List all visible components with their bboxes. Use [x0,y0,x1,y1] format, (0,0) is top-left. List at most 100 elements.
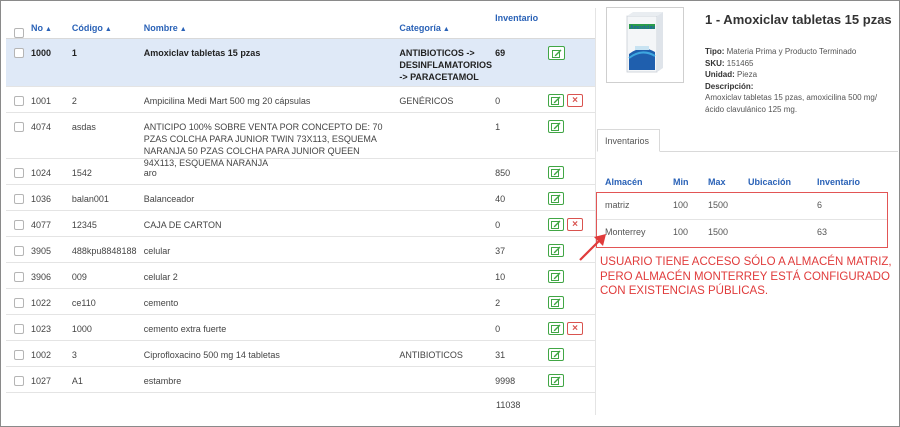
row-checkbox[interactable] [14,168,24,178]
cell-inventario: 9998 [495,376,516,386]
product-title: 1 - Amoxiclav tabletas 15 pzas [705,12,892,27]
edit-icon [551,122,561,131]
row-select-cell [6,315,31,334]
row-checkbox[interactable] [14,350,24,360]
edit-button[interactable] [548,348,565,361]
row-checkbox[interactable] [14,272,24,282]
cell-categoria [399,159,495,167]
sort-icon[interactable]: ▲︎ [180,26,187,33]
edit-button[interactable] [548,374,565,387]
edit-button[interactable] [548,218,565,231]
tab-inventarios[interactable]: Inventarios [597,129,660,152]
cell-inventario: 850 [495,168,511,178]
row-checkbox[interactable] [14,246,24,256]
cell-no: 4077 [30,220,51,230]
table-row[interactable]: 1027 A1 estambre 9998 [6,367,595,393]
row-actions [548,185,595,205]
table-row[interactable]: 1024 1542 aro 850 [6,159,595,185]
table-row[interactable]: 3906 009 celular 2 10 [6,263,595,289]
sort-icon[interactable]: ▲︎ [45,26,52,33]
cell-no: 3906 [30,272,51,282]
edit-button[interactable] [548,46,566,60]
row-actions [548,289,595,309]
cell-nombre: Balanceador [143,194,195,204]
select-all-checkbox[interactable] [14,28,24,38]
header-codigo-label: Código [71,23,103,33]
cell-inventario: 37 [495,246,506,256]
row-select-cell [6,289,31,308]
close-icon: × [572,322,578,334]
table-row[interactable]: 1022 ce110 cemento 2 [6,289,595,315]
table-row[interactable]: 3905 488kpu8848188 celular 37 [6,237,595,263]
edit-button[interactable] [548,296,565,309]
edit-icon [551,324,561,333]
row-actions [548,263,595,283]
meta-descripcion: Amoxiclav tabletas 15 pzas, amoxicilina … [705,93,878,114]
table-row[interactable]: 1002 3 Ciprofloxacino 500 mg 14 tabletas AN… [6,341,595,367]
row-checkbox[interactable] [14,48,24,58]
cell-nombre: cemento extra fuerte [143,324,227,334]
sort-icon[interactable]: ▲︎ [443,26,450,33]
cell-nombre: Ciprofloxacino 500 mg 14 tabletas [143,350,280,360]
cell-inventario: 2 [495,298,501,308]
cell-categoria [399,367,495,375]
inv-header-ubicacion: Ubicación [748,177,792,187]
header-inventario-label: Inventario [495,13,539,23]
row-checkbox[interactable] [14,220,24,230]
table-row[interactable]: 1001 2 Ampicilina Medi Mart 500 mg 20 cáps… [6,87,595,113]
edit-icon [551,168,561,177]
medicine-box-icon [626,12,663,73]
cell-codigo: 488kpu8848188 [71,246,137,256]
header-categoria[interactable]: Categoría ▲︎ [399,8,495,36]
inv-header-almacen: Almacén [605,177,643,187]
cell-nombre: Amoxiclav tabletas 15 pzas [143,48,261,58]
header-no-label: No [30,23,43,33]
cell-codigo: 12345 [71,220,97,230]
row-select-cell [6,39,31,58]
header-nombre[interactable]: Nombre ▲︎ [144,8,400,36]
row-actions: × [548,315,595,335]
inv-header-min: Min [673,177,689,187]
table-total-row: 11038 [6,393,595,415]
cell-nombre: cemento [143,298,179,308]
meta-descripcion-label: Descripción: [705,81,754,91]
edit-button[interactable] [548,166,565,179]
cell-categoria [399,185,495,193]
table-row[interactable]: 1036 balan001 Balanceador 40 [6,185,595,211]
edit-icon [551,194,561,203]
delete-button[interactable]: × [567,322,584,335]
header-inventario[interactable]: Inventario [495,8,548,24]
cell-no: 1023 [30,324,51,334]
row-checkbox[interactable] [14,122,24,132]
row-checkbox[interactable] [14,194,24,204]
edit-button[interactable] [548,244,565,257]
header-codigo[interactable]: Código ▲︎ [72,8,144,36]
edit-icon [551,96,561,105]
edit-button[interactable] [548,94,565,107]
cell-codigo: 1542 [71,168,92,178]
row-actions [548,341,595,361]
cell-no: 1022 [30,298,51,308]
table-row[interactable]: 4074 asdas ANTICIPO 100% SOBRE VENTA POR C… [6,113,595,168]
row-actions: × [548,87,595,107]
table-row[interactable]: 1023 1000 cemento extra fuerte 0 × [6,315,595,341]
table-row[interactable]: 1000 1 Amoxiclav tabletas 15 pzas ANTIBIOTI… [6,39,595,87]
product-meta: Tipo: Materia Prima y Producto Terminado… [705,46,885,115]
header-no[interactable]: No ▲︎ [31,8,72,36]
row-checkbox[interactable] [14,96,24,106]
product-table: No ▲︎ Código ▲︎ Nombre ▲︎ Categoría ▲︎ Inven… [6,8,596,415]
row-checkbox[interactable] [14,376,24,386]
row-checkbox[interactable] [14,324,24,334]
delete-button[interactable]: × [567,94,584,107]
edit-button[interactable] [548,322,565,335]
cell-nombre: celular [143,246,171,256]
edit-button[interactable] [548,270,565,283]
table-row[interactable]: 4077 12345 CAJA DE CARTON 0 × [6,211,595,237]
row-select-cell [6,185,31,204]
edit-button[interactable] [548,120,565,133]
row-checkbox[interactable] [14,298,24,308]
sort-icon[interactable]: ▲︎ [105,26,112,33]
cell-no: 3905 [30,246,51,256]
edit-button[interactable] [548,192,565,205]
cell-categoria [399,289,495,297]
